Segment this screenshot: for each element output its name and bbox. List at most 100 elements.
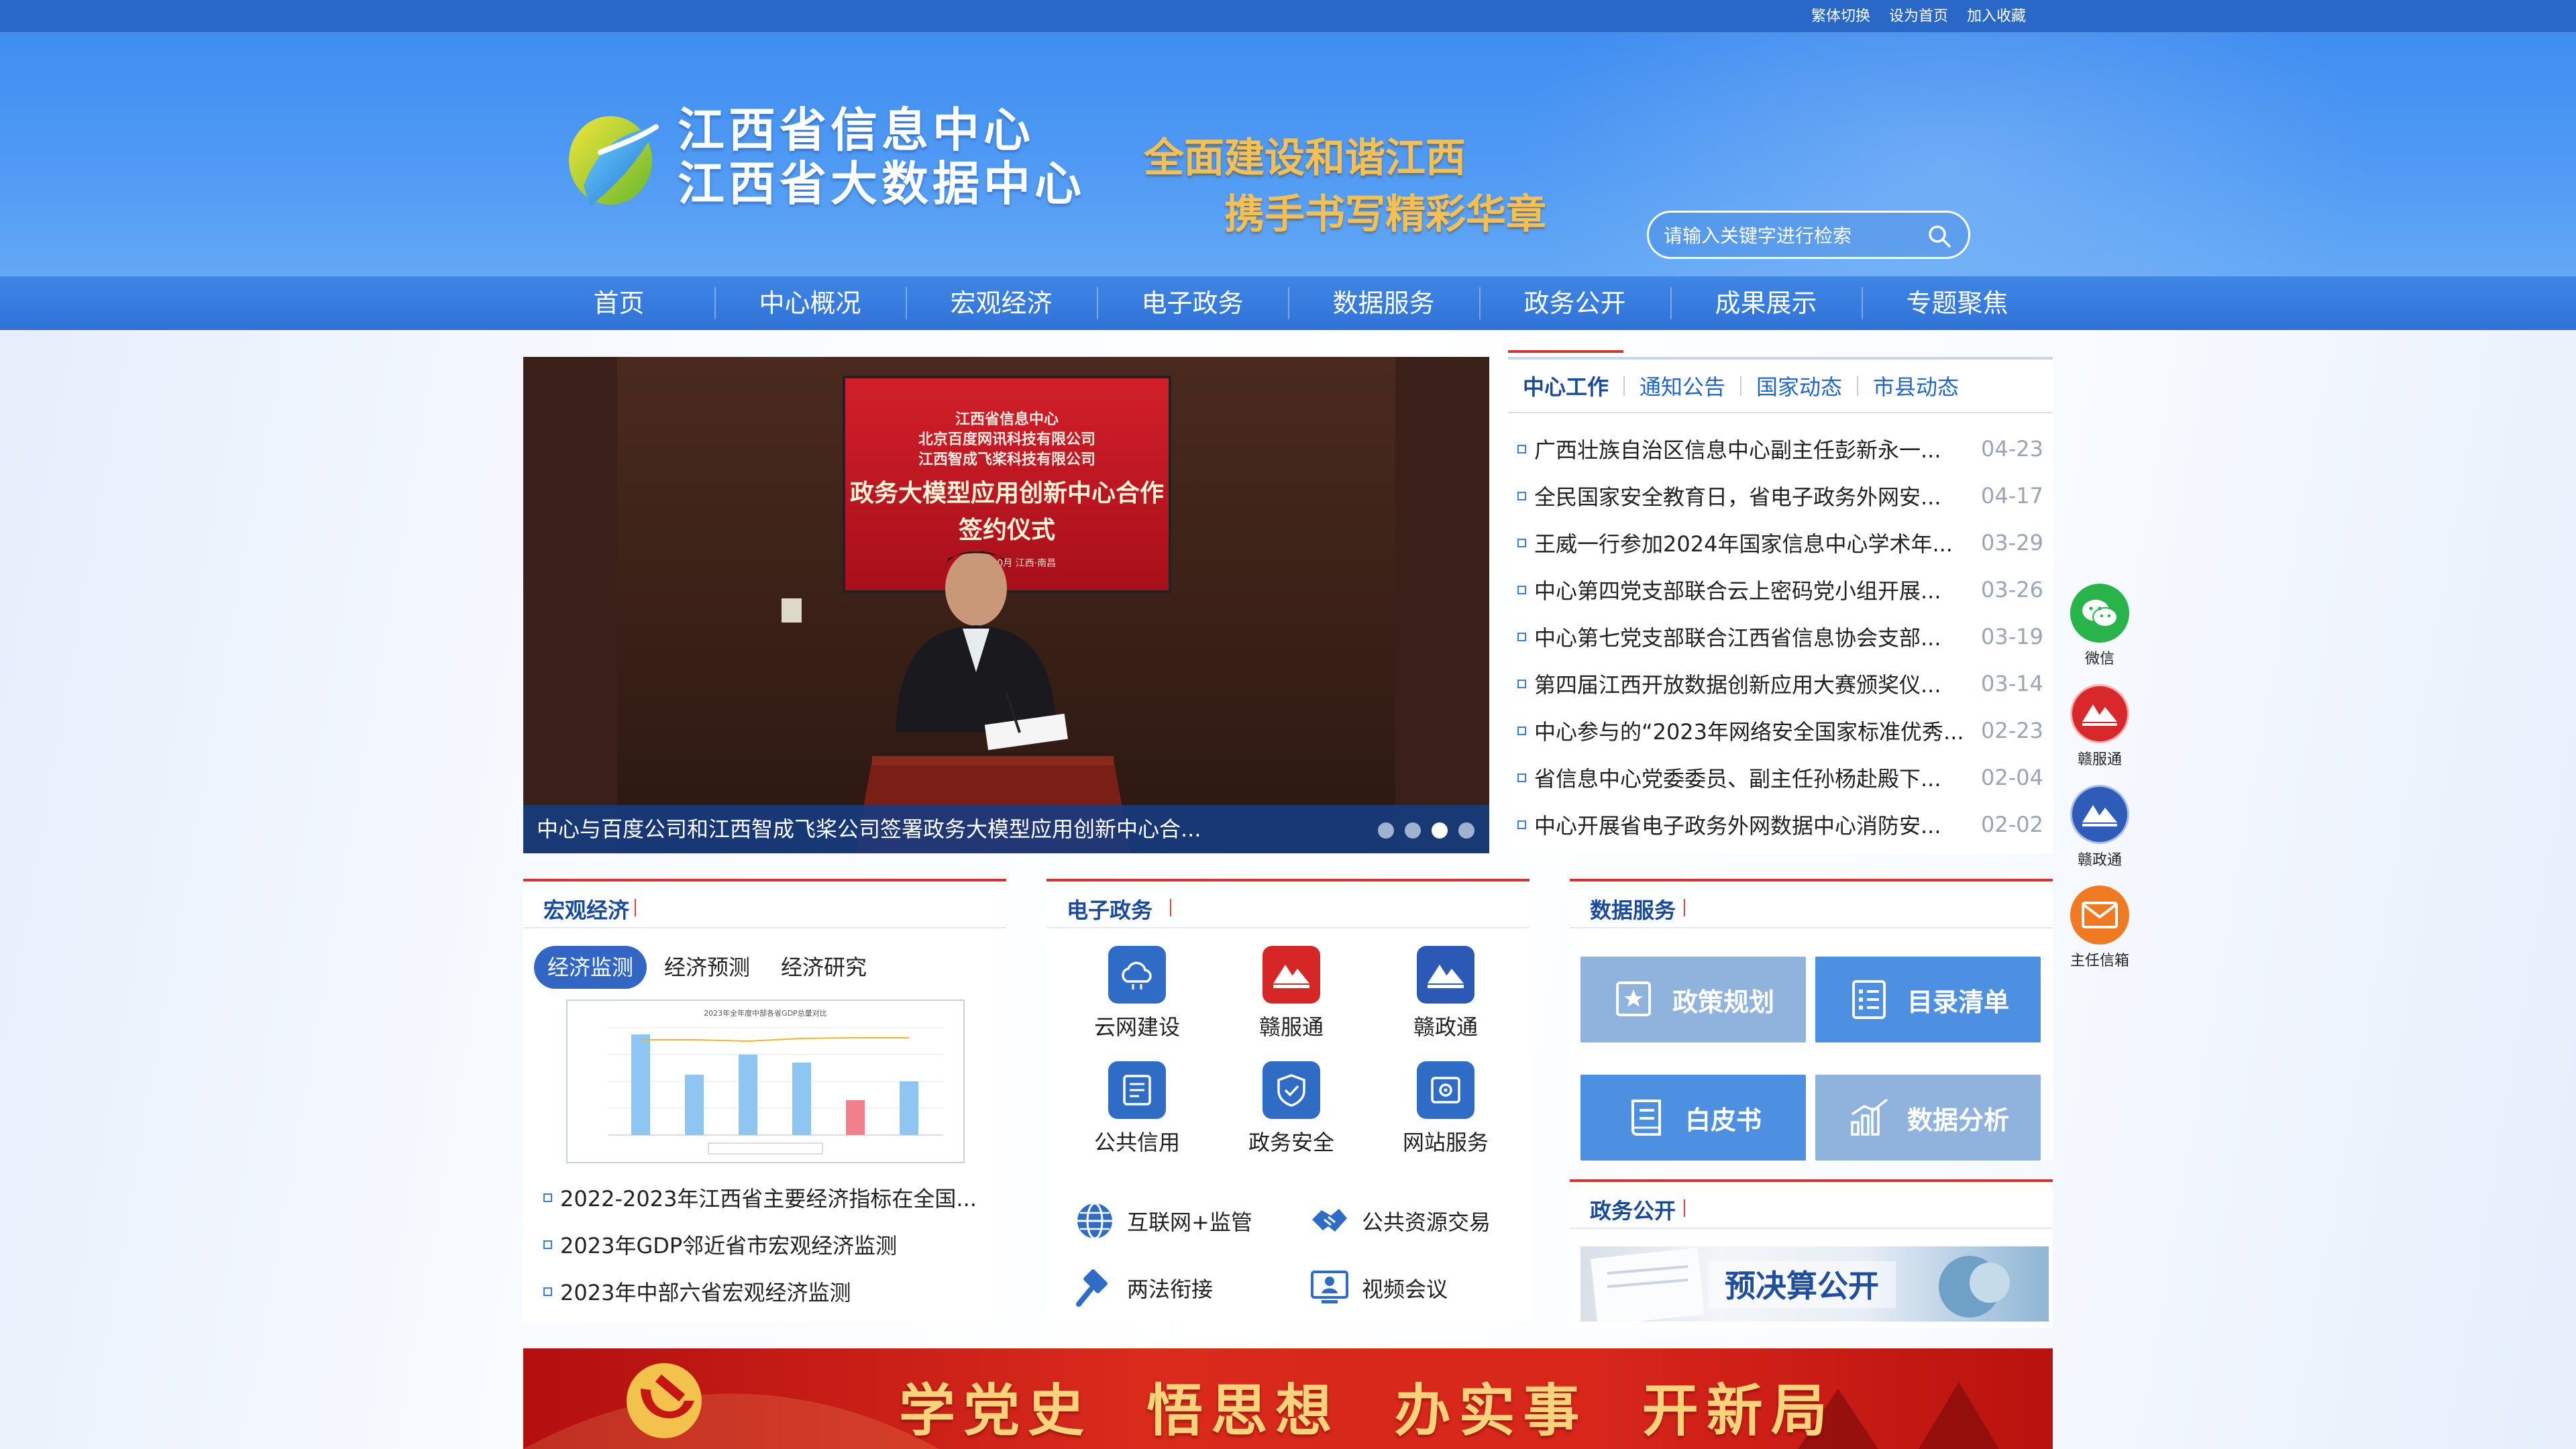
carousel-dot-3[interactable] [1432, 822, 1448, 839]
list-item[interactable]: 2023年中部六省宏观经济监测 [543, 1268, 977, 1315]
screen-text-line1: 江西省信息中心 [955, 411, 1059, 428]
nav-center-overview[interactable]: 中心概况 [714, 276, 906, 330]
egov-video-conference[interactable]: 视频会议 [1308, 1267, 1529, 1309]
ganzhengtong-shortcut[interactable]: 赣政通 [2070, 785, 2129, 869]
search-icon[interactable] [1927, 223, 1952, 249]
egov-gov-security[interactable]: 政务安全 [1214, 1061, 1368, 1157]
search-input[interactable] [1664, 221, 1919, 250]
news-date: 03-14 [1981, 671, 2043, 696]
list-item-title: 2023年GDP邻近省市宏观经济监测 [560, 1233, 898, 1258]
carousel-dot-1[interactable] [1378, 822, 1394, 839]
data-analysis-card[interactable]: 数据分析 [1815, 1075, 2041, 1161]
nav-e-government[interactable]: 电子政务 [1097, 276, 1288, 330]
site-logo-icon[interactable] [564, 105, 664, 213]
nav-achievements[interactable]: 成果展示 [1670, 276, 1862, 330]
wechat-shortcut[interactable]: 微信 [2070, 584, 2129, 668]
egov-internet-supervision[interactable]: 互联网+监管 [1073, 1199, 1308, 1242]
nav-data-services[interactable]: 数据服务 [1288, 276, 1479, 330]
section-title-marker [1678, 899, 1685, 916]
news-item[interactable]: 省信息中心党委委员、副主任孙杨赴殿下... 02-04 [1508, 754, 2053, 801]
news-carousel[interactable]: 江西省信息中心 北京百度网讯科技有限公司 江西智成飞桨科技有限公司 政务大模型应… [523, 357, 1489, 853]
nav-special-topics[interactable]: 专题聚焦 [1862, 276, 2053, 330]
add-favorite-link[interactable]: 加入收藏 [1967, 8, 2026, 25]
floater-label: 赣服通 [2077, 751, 2122, 768]
traditional-chinese-link[interactable]: 繁体切换 [1811, 8, 1870, 25]
egov-public-credit[interactable]: 公共信用 [1060, 1061, 1214, 1157]
budget-disclosure-banner[interactable]: 预决算公开 [1580, 1246, 2049, 1322]
carousel-dot-4[interactable] [1458, 822, 1474, 839]
news-item[interactable]: 广西壮族自治区信息中心副主任彭新永一... 04-23 [1508, 425, 2053, 472]
tab-city-county-news[interactable]: 市县动态 [1858, 370, 1974, 401]
section-header: 政务公开 [1570, 1179, 2053, 1229]
wechat-icon [2070, 584, 2129, 643]
shield-icon [1263, 1061, 1320, 1119]
news-title: 广西壮族自治区信息中心副主任彭新永一... [1534, 437, 1941, 463]
news-item[interactable]: 中心开展省电子政务外网数据中心消防安... 02-02 [1508, 801, 2053, 848]
carousel-dot-2[interactable] [1405, 822, 1421, 839]
site-name[interactable]: 江西省信息中心 江西省大数据中心 [678, 103, 1085, 211]
news-item[interactable]: 王威一行参加2024年国家信息中心学术年... 03-29 [1508, 519, 2053, 566]
egov-label: 网站服务 [1402, 1130, 1489, 1155]
news-date: 04-23 [1981, 436, 2043, 462]
egov-ganfutong[interactable]: 赣服通 [1214, 946, 1368, 1041]
tab-national-news[interactable]: 国家动态 [1741, 370, 1857, 401]
egov-cloud-network[interactable]: 云网建设 [1060, 946, 1214, 1041]
globe-icon [1077, 1202, 1112, 1240]
subtab-economic-forecast[interactable]: 经济预测 [651, 946, 763, 989]
egov-ganzhengtong[interactable]: 赣政通 [1368, 946, 1523, 1041]
carousel-dots [1378, 822, 1474, 839]
list-item[interactable]: 2022-2023年江西省主要经济指标在全国... [543, 1174, 977, 1221]
screen-title-line1: 政务大模型应用创新中心合作 [850, 480, 1164, 507]
card-label: 目录清单 [1907, 987, 2009, 1017]
party-history-banner[interactable]: 学党史 悟思想 办实事 开新局 [523, 1348, 2053, 1449]
bullet-icon [1517, 538, 1526, 547]
subtab-economic-research[interactable]: 经济研究 [767, 946, 880, 989]
director-mailbox-shortcut[interactable]: 主任信箱 [2070, 885, 2129, 970]
main-nav: 首页 中心概况 宏观经济 电子政务 数据服务 政务公开 成果展示 专题聚焦 [0, 276, 2576, 330]
economy-chart-graphic: 2023年全年度中部各省GDP总量对比 [608, 1008, 943, 1155]
egov-label: 云网建设 [1093, 1014, 1180, 1040]
list-item[interactable]: 2023年GDP邻近省市宏观经济监测 [543, 1221, 977, 1268]
news-title: 中心参与的“2023年网络安全国家标准优秀... [1534, 719, 1964, 745]
news-item[interactable]: 第四届江西开放数据创新应用大赛颁奖仪... 03-14 [1508, 660, 2053, 707]
nav-government-affairs[interactable]: 政务公开 [1479, 276, 1670, 330]
policy-planning-card[interactable]: 政策规划 [1580, 957, 1806, 1042]
nav-home[interactable]: 首页 [523, 276, 714, 330]
news-date: 04-17 [1981, 483, 2043, 508]
section-title[interactable]: 数据服务 [1590, 894, 1676, 924]
slogan-line2: 携手书写精彩华章 [1224, 191, 1546, 238]
news-item[interactable]: 全民国家安全教育日，省电子政务外网安... 04-17 [1508, 472, 2053, 519]
section-title[interactable]: 电子政务 [1067, 894, 1152, 924]
economy-chart-thumbnail[interactable]: 2023年全年度中部各省GDP总量对比 [566, 1000, 965, 1163]
tab-notices[interactable]: 通知公告 [1625, 370, 1740, 401]
egov-public-resource-trading[interactable]: 公共资源交易 [1308, 1199, 1529, 1242]
news-date: 03-19 [1981, 624, 2043, 649]
header-slogan: 全面建设和谐江西 携手书写精彩华章 [1144, 130, 1546, 243]
bullet-icon [1517, 773, 1526, 782]
site-name-line1: 江西省信息中心 [678, 103, 1034, 158]
nav-macro-economy[interactable]: 宏观经济 [906, 276, 1097, 330]
egov-two-law-connection[interactable]: 两法衔接 [1073, 1267, 1308, 1309]
section-title[interactable]: 宏观经济 [543, 894, 629, 924]
news-panel: 中心工作 通知公告 国家动态 市县动态 广西壮族自治区信息中心副主任彭新永一..… [1508, 350, 2053, 853]
gavel-icon [1076, 1269, 1108, 1307]
news-item[interactable]: 中心参与的“2023年网络安全国家标准优秀... 02-23 [1508, 707, 2053, 754]
subtab-economic-monitoring[interactable]: 经济监测 [534, 946, 647, 989]
chart-thumb-title: 2023年全年度中部各省GDP总量对比 [704, 1008, 827, 1018]
catalog-list-card[interactable]: 目录清单 [1815, 957, 2041, 1042]
section-title[interactable]: 政务公开 [1590, 1194, 1676, 1225]
news-item[interactable]: 中心第四党支部联合云上密码党小组开展... 03-26 [1508, 566, 2053, 613]
section-header: 电子政务 [1046, 879, 1529, 928]
ganfutong-shortcut[interactable]: 赣服通 [2070, 684, 2129, 769]
egov-website-service[interactable]: 网站服务 [1368, 1061, 1523, 1157]
mail-icon [2070, 885, 2129, 945]
carousel-caption[interactable]: 中心与百度公司和江西智成飞桨公司签署政务大模型应用创新中心合... [523, 805, 1489, 853]
ganfutong-icon [2070, 684, 2129, 743]
news-date: 03-26 [1981, 577, 2043, 602]
white-paper-card[interactable]: 白皮书 [1580, 1075, 1806, 1161]
card-label: 数据分析 [1907, 1105, 2009, 1135]
set-homepage-link[interactable]: 设为首页 [1889, 8, 1948, 25]
site-header: 江西省信息中心 江西省大数据中心 全面建设和谐江西 携手书写精彩华章 [0, 33, 2576, 276]
news-item[interactable]: 中心第七党支部联合江西省信息协会支部... 03-19 [1508, 613, 2053, 660]
tab-center-work[interactable]: 中心工作 [1508, 350, 1624, 401]
